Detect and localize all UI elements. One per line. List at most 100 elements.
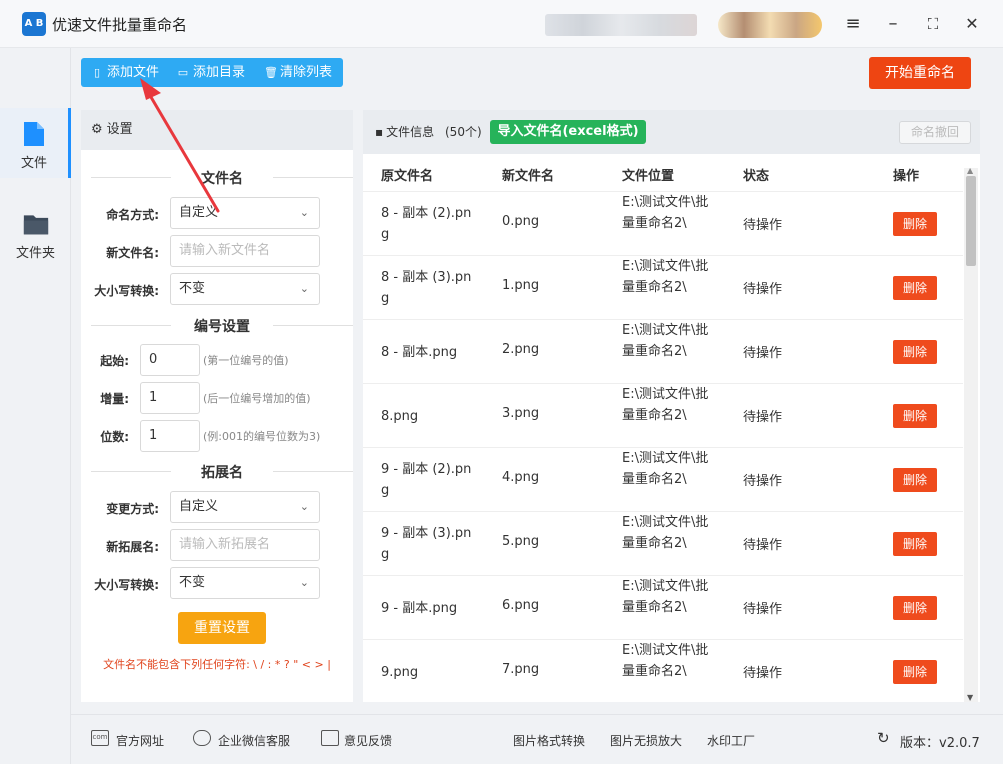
section-title-extension: 拓展名 <box>91 462 353 482</box>
table-row[interactable]: 9.png 7.png E:\测试文件\批量重命名2\ 待操作 删除 <box>363 640 963 702</box>
image-enlarge-link[interactable]: 图片无损放大 <box>610 732 682 749</box>
ext-mode-select[interactable]: 自定义 ⌄ <box>170 491 320 523</box>
table-row[interactable]: 8 - 副本 (3).png 1.png E:\测试文件\批量重命名2\ 待操作… <box>363 256 963 320</box>
location-cell: E:\测试文件\批量重命名2\ <box>622 259 709 295</box>
table-scrollbar[interactable]: ▲ ▼ <box>964 166 978 702</box>
wechat-icon <box>193 730 211 746</box>
new-ext-label: 新拓展名: <box>106 540 159 554</box>
delete-button[interactable]: 删除 <box>893 532 937 556</box>
case-select[interactable]: 不变 ⌄ <box>170 273 320 305</box>
maximize-icon[interactable]: ⛶ <box>921 12 945 36</box>
naming-mode-label: 命名方式: <box>106 208 159 222</box>
feedback-link[interactable]: 意见反馈 <box>344 732 392 749</box>
table-row[interactable]: 9 - 副本 (2).png 4.png E:\测试文件\批量重命名2\ 待操作… <box>363 448 963 512</box>
table-row[interactable]: 8.png 3.png E:\测试文件\批量重命名2\ 待操作 删除 <box>363 384 963 448</box>
wechat-service-link[interactable]: 企业微信客服 <box>218 732 290 749</box>
gear-icon: ⚙ <box>91 122 103 137</box>
location-cell: E:\测试文件\批量重命名2\ <box>622 323 709 359</box>
new-name-cell: 3.png <box>502 406 540 421</box>
start-rename-button[interactable]: 开始重命名 <box>869 57 971 89</box>
location-cell: E:\测试文件\批量重命名2\ <box>622 195 709 231</box>
feedback-icon <box>321 730 339 746</box>
start-hint: (第一位编号的值) <box>203 354 289 367</box>
invalid-chars-warning: 文件名不能包含下列任何字符: \ / : * ? " < > | <box>103 658 331 671</box>
file-panel-header: ▪ 文件信息 (50个) 导入文件名(excel格式) 命名撤回 <box>363 110 980 154</box>
website-link[interactable]: 官方网址 <box>116 732 164 749</box>
reset-settings-button[interactable]: 重置设置 <box>178 612 266 644</box>
delete-button[interactable]: 删除 <box>893 660 937 684</box>
location-cell: E:\测试文件\批量重命名2\ <box>622 579 709 615</box>
left-nav: 文件 文件夹 <box>0 48 71 764</box>
status-cell: 待操作 <box>743 666 783 681</box>
chevron-down-icon: ⌄ <box>299 500 309 513</box>
status-cell: 待操作 <box>743 538 783 553</box>
step-input[interactable]: 1 <box>140 382 200 414</box>
scroll-down-icon[interactable]: ▼ <box>967 693 973 702</box>
location-cell: E:\测试文件\批量重命名2\ <box>622 515 709 551</box>
delete-button[interactable]: 删除 <box>893 276 937 300</box>
clear-list-button[interactable]: 🗑 清除列表 <box>264 58 332 87</box>
blurred-account-info <box>545 14 697 36</box>
app-logo-icon: A B <box>22 12 46 36</box>
status-cell: 待操作 <box>743 218 783 233</box>
settings-header: ⚙ 设置 <box>81 110 353 150</box>
refresh-icon[interactable]: ↻ <box>877 729 890 747</box>
menu-icon[interactable]: ≡ <box>841 12 865 36</box>
watermark-link[interactable]: 水印工厂 <box>707 732 755 749</box>
import-excel-button[interactable]: 导入文件名(excel格式) <box>490 120 646 144</box>
new-name-cell: 5.png <box>502 534 540 549</box>
scroll-up-icon[interactable]: ▲ <box>967 166 973 175</box>
minimize-icon[interactable]: – <box>881 12 905 36</box>
file-toolbar: ▯ 添加文件 ▭ 添加目录 🗑 清除列表 <box>81 58 343 87</box>
nav-item-file[interactable]: 文件 <box>0 108 71 178</box>
add-directory-button[interactable]: ▭ 添加目录 <box>177 58 245 87</box>
status-cell: 待操作 <box>743 410 783 425</box>
undo-rename-button[interactable]: 命名撤回 <box>899 121 971 144</box>
file-info-title: ▪ 文件信息 <box>375 125 435 139</box>
column-header-action: 操作 <box>893 169 920 184</box>
title-bar: A B 优速文件批量重命名 ≡ – ⛶ ✕ <box>0 0 1003 48</box>
new-name-cell: 4.png <box>502 470 540 485</box>
digits-hint: (例:001的编号位数为3) <box>203 430 321 443</box>
new-name-cell: 2.png <box>502 342 540 357</box>
delete-button[interactable]: 删除 <box>893 468 937 492</box>
digits-input[interactable]: 1 <box>140 420 200 452</box>
chevron-down-icon: ⌄ <box>299 206 309 219</box>
new-name-cell: 0.png <box>502 214 540 229</box>
blurred-user-badge[interactable] <box>718 12 822 38</box>
nav-item-folder[interactable]: 文件夹 <box>0 198 71 268</box>
delete-button[interactable]: 删除 <box>893 340 937 364</box>
column-header-location: 文件位置 <box>622 169 675 184</box>
original-name-cell: 8.png <box>381 408 419 424</box>
new-name-cell: 6.png <box>502 598 540 613</box>
ext-case-select[interactable]: 不变 ⌄ <box>170 567 320 599</box>
step-label: 增量: <box>100 392 129 406</box>
start-input[interactable]: 0 <box>140 344 200 376</box>
start-label: 起始: <box>100 354 129 368</box>
ext-case-label: 大小写转换: <box>94 578 159 592</box>
new-name-input[interactable]: 请输入新文件名 <box>170 235 320 267</box>
nav-label-file: 文件 <box>20 156 47 171</box>
original-name-cell: 8 - 副本 (3).png <box>381 270 472 306</box>
delete-button[interactable]: 删除 <box>893 404 937 428</box>
file-table-body: 8 - 副本 (2).png 0.png E:\测试文件\批量重命名2\ 待操作… <box>363 192 963 702</box>
original-name-cell: 9 - 副本 (3).png <box>381 526 472 562</box>
scrollbar-thumb[interactable] <box>966 176 976 266</box>
naming-mode-select[interactable]: 自定义 ⌄ <box>170 197 320 229</box>
status-cell: 待操作 <box>743 346 783 361</box>
add-file-button[interactable]: ▯ 添加文件 <box>91 58 159 87</box>
chevron-down-icon: ⌄ <box>299 282 309 295</box>
new-ext-input[interactable]: 请输入新拓展名 <box>170 529 320 561</box>
status-cell: 待操作 <box>743 602 783 617</box>
file-icon <box>24 122 44 146</box>
table-row[interactable]: 8 - 副本.png 2.png E:\测试文件\批量重命名2\ 待操作 删除 <box>363 320 963 384</box>
delete-button[interactable]: 删除 <box>893 212 937 236</box>
table-row[interactable]: 9 - 副本.png 6.png E:\测试文件\批量重命名2\ 待操作 删除 <box>363 576 963 640</box>
original-name-cell: 9 - 副本 (2).png <box>381 462 472 498</box>
image-format-link[interactable]: 图片格式转换 <box>513 732 585 749</box>
new-name-label: 新文件名: <box>106 246 159 260</box>
table-row[interactable]: 8 - 副本 (2).png 0.png E:\测试文件\批量重命名2\ 待操作… <box>363 192 963 256</box>
delete-button[interactable]: 删除 <box>893 596 937 620</box>
table-row[interactable]: 9 - 副本 (3).png 5.png E:\测试文件\批量重命名2\ 待操作… <box>363 512 963 576</box>
close-icon[interactable]: ✕ <box>960 12 984 36</box>
